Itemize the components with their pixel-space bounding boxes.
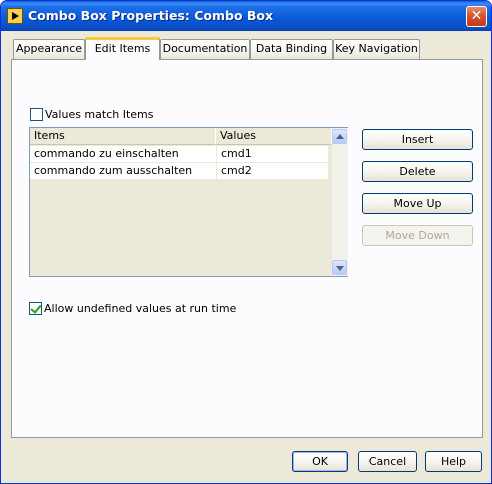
scroll-up-icon[interactable]: [332, 129, 347, 144]
tab-edit-items[interactable]: Edit Items: [85, 37, 160, 60]
help-button[interactable]: Help: [425, 451, 482, 472]
table-row-item[interactable]: commando zu einschalten: [30, 146, 216, 162]
items-table[interactable]: Items Values commando zu einschalten cmd…: [29, 127, 348, 277]
table-row-value[interactable]: cmd2: [217, 163, 328, 179]
tab-data-binding[interactable]: Data Binding: [250, 39, 333, 59]
tab-appearance[interactable]: Appearance: [13, 39, 85, 59]
column-header-items[interactable]: Items: [30, 128, 216, 145]
vertical-scrollbar[interactable]: [332, 128, 348, 276]
delete-button[interactable]: Delete: [362, 161, 473, 182]
values-match-checkbox[interactable]: [30, 108, 43, 121]
cancel-button[interactable]: Cancel: [358, 451, 417, 472]
close-icon[interactable]: ✕: [466, 6, 487, 27]
table-row-value[interactable]: cmd1: [217, 146, 328, 162]
values-match-label: Values match Items: [45, 108, 154, 121]
edit-items-panel: Values match Items Items Values commando…: [11, 59, 483, 438]
ok-button[interactable]: OK: [292, 451, 348, 472]
tab-documentation[interactable]: Documentation: [160, 39, 250, 59]
scroll-down-icon[interactable]: [332, 260, 347, 275]
title-bar[interactable]: Combo Box Properties: Combo Box ✕: [1, 1, 491, 31]
move-down-button[interactable]: Move Down: [362, 225, 473, 246]
insert-button[interactable]: Insert: [362, 129, 473, 150]
column-header-values[interactable]: Values: [216, 128, 332, 145]
tab-key-navigation[interactable]: Key Navigation: [333, 39, 420, 59]
allow-undefined-checkbox[interactable]: [29, 302, 42, 315]
dialog-window: Combo Box Properties: Combo Box ✕ Appear…: [0, 0, 492, 484]
labview-app-icon: [7, 8, 23, 24]
allow-undefined-label: Allow undefined values at run time: [44, 302, 237, 315]
table-row-item[interactable]: commando zum ausschalten: [30, 163, 216, 179]
move-up-button[interactable]: Move Up: [362, 193, 473, 214]
window-title: Combo Box Properties: Combo Box: [28, 8, 274, 23]
